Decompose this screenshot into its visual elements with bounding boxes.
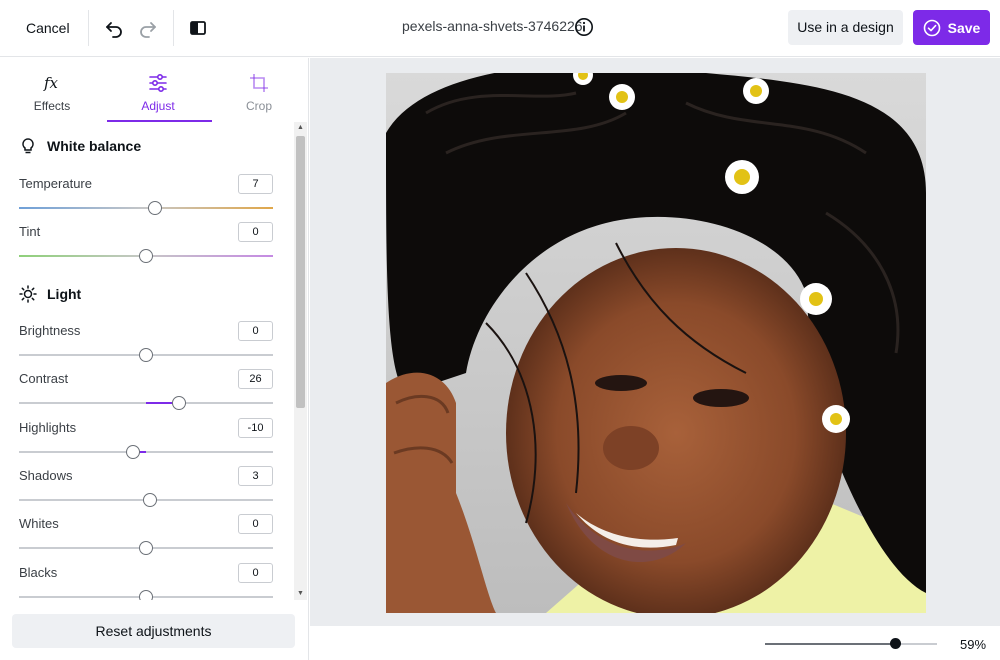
blacks-slider-thumb[interactable] <box>139 590 153 600</box>
tab-adjust[interactable]: Adjust <box>106 58 210 122</box>
contrast-slider-thumb[interactable] <box>172 396 187 410</box>
use-in-design-button[interactable]: Use in a design <box>788 10 903 45</box>
panel-tabs: fx Effects Adjust Crop <box>0 58 309 122</box>
redo-icon[interactable] <box>134 14 162 42</box>
brightness-slider-thumb[interactable] <box>139 348 153 362</box>
zoom-slider-track[interactable] <box>765 643 937 645</box>
panel-scrollbar[interactable]: ▲ ▼ <box>294 122 307 600</box>
file-title: pexels-anna-shvets-3746226 <box>402 18 583 34</box>
toolbar-divider <box>173 10 174 46</box>
save-label: Save <box>947 19 981 36</box>
zoom-level-label: 59% <box>960 637 987 652</box>
temperature-label: Temperature <box>19 176 92 191</box>
contrast-label: Contrast <box>19 371 69 386</box>
tab-crop[interactable]: Crop <box>207 58 311 122</box>
svg-text:fx: fx <box>43 74 59 92</box>
sun-icon <box>19 285 37 303</box>
whites-input[interactable]: 0 <box>238 514 273 534</box>
white-balance-header: White balance <box>19 136 141 156</box>
save-button[interactable]: Save <box>913 10 990 45</box>
scroll-down-icon[interactable]: ▼ <box>294 588 307 600</box>
reset-adjustments-button[interactable]: Reset adjustments <box>12 614 295 648</box>
highlights-input[interactable]: -10 <box>238 418 273 438</box>
white-balance-title: White balance <box>47 138 142 154</box>
highlights-slider-thumb[interactable] <box>126 445 141 459</box>
sliders-icon <box>106 72 210 94</box>
top-toolbar: Cancel pexels-anna-shvets-3746226 Use in… <box>0 0 1000 57</box>
crop-icon <box>207 72 311 94</box>
info-icon[interactable] <box>574 17 594 37</box>
adjust-scroll-area[interactable]: White balance Temperature 7 Tint 0 Light… <box>0 122 309 600</box>
lightbulb-icon <box>22 138 34 154</box>
temperature-input[interactable]: 7 <box>238 174 273 194</box>
undo-icon[interactable] <box>100 14 128 42</box>
highlights-slider-track[interactable] <box>19 451 273 453</box>
tab-effects-label: Effects <box>33 99 71 113</box>
compare-icon[interactable] <box>184 14 212 42</box>
zoom-slider-fill <box>765 643 896 645</box>
scroll-up-icon[interactable]: ▲ <box>294 122 307 134</box>
scrollbar-handle[interactable] <box>296 136 305 408</box>
check-circle-icon <box>923 19 940 36</box>
edit-panel: fx Effects Adjust Crop White balance Tem… <box>0 58 309 660</box>
cancel-button[interactable]: Cancel <box>12 13 84 43</box>
shadows-label: Shadows <box>19 468 73 483</box>
temperature-slider-thumb[interactable] <box>147 201 162 215</box>
tab-crop-label: Crop <box>245 99 272 113</box>
whites-label: Whites <box>19 516 59 531</box>
whites-slider-thumb[interactable] <box>139 541 153 555</box>
shadows-slider-thumb[interactable] <box>142 493 157 507</box>
tint-slider-thumb[interactable] <box>139 249 153 263</box>
tint-label: Tint <box>19 224 41 239</box>
zoom-bar: 59% <box>310 626 1000 660</box>
tint-input[interactable]: 0 <box>238 222 273 242</box>
contrast-input[interactable]: 26 <box>238 369 273 389</box>
toolbar-divider <box>88 10 89 46</box>
zoom-slider-thumb[interactable] <box>890 638 902 649</box>
photo-preview[interactable] <box>386 73 926 613</box>
temperature-slider-track[interactable] <box>19 207 273 209</box>
brightness-input[interactable]: 0 <box>238 321 273 341</box>
blacks-input[interactable]: 0 <box>238 563 273 583</box>
image-canvas <box>310 58 1000 626</box>
fx-icon: fx <box>0 72 104 94</box>
highlights-label: Highlights <box>19 420 77 435</box>
shadows-input[interactable]: 3 <box>238 466 273 486</box>
tab-effects[interactable]: fx Effects <box>0 58 104 122</box>
light-title: Light <box>47 286 82 302</box>
tab-adjust-label: Adjust <box>141 99 175 113</box>
brightness-label: Brightness <box>19 323 81 338</box>
blacks-label: Blacks <box>19 565 58 580</box>
light-header: Light <box>19 284 81 304</box>
